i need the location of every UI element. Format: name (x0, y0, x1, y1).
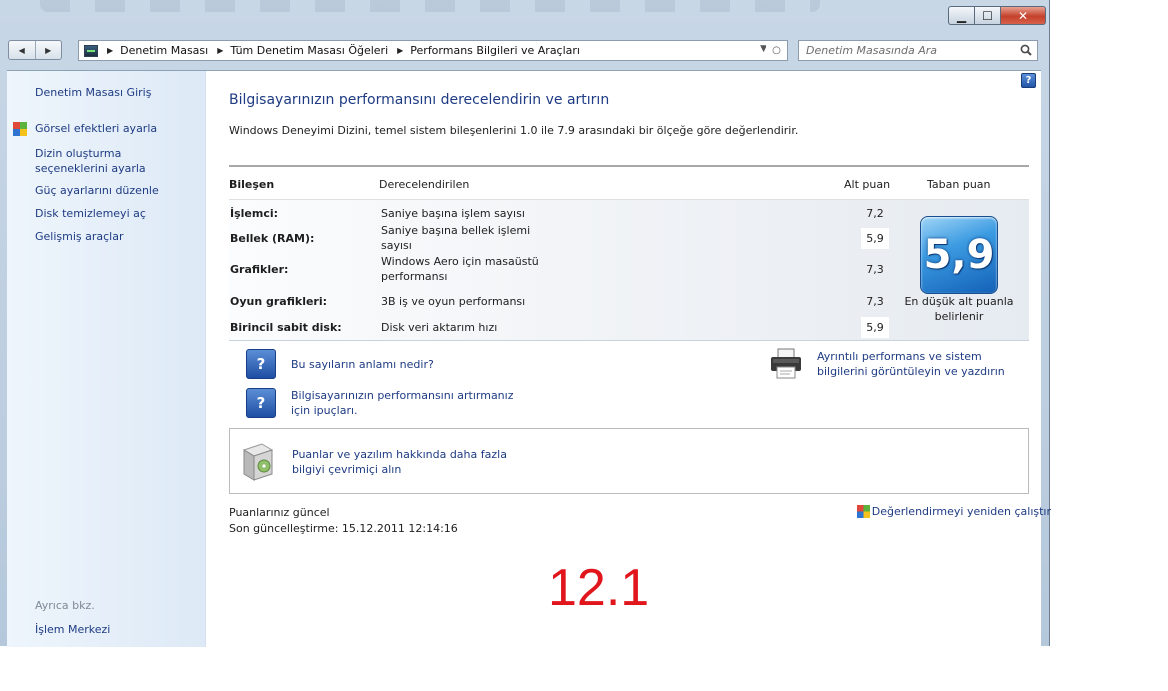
details-print-link[interactable]: Ayrıntılı performans ve sistem bilgileri… (817, 349, 1032, 379)
sidebar-item-indexing-options[interactable]: Dizin oluşturma seçeneklerini ayarla (35, 146, 195, 176)
table-body: İşlemci: Saniye başına işlem sayısı 7,2 … (229, 199, 1029, 341)
back-arrow-icon[interactable]: ◀ (9, 41, 36, 59)
row-rated: 3B iş ve oyun performansı (381, 294, 526, 308)
meaning-link[interactable]: Bu sayıların anlamı nedir? (291, 357, 434, 372)
status-block: Puanlarınız güncel Son güncelleştirme: 1… (229, 505, 458, 537)
row-component: İşlemci: (230, 206, 279, 220)
breadcrumb-separator[interactable]: ▶ (104, 46, 120, 55)
table-row: Birincil sabit disk: Disk veri aktarım h… (229, 314, 889, 340)
chevron-right-icon: ▶ (107, 46, 114, 55)
header-subscore: Alt puan (844, 178, 891, 191)
caption-buttons: ▁ ☐ ✕ (948, 6, 1046, 25)
row-score: 7,3 (866, 262, 884, 276)
row-rated: Disk veri aktarım hızı (381, 320, 498, 334)
row-score: 7,2 (866, 206, 884, 220)
performance-table: Bileşen Derecelendirilen Alt puan Taban … (229, 165, 1029, 341)
close-button[interactable]: ✕ (1000, 6, 1046, 25)
help-question-icon: ? (246, 388, 276, 418)
overlay-annotation: 12.1 (548, 559, 650, 617)
table-row: Grafikler: Windows Aero için masaüstü pe… (229, 250, 889, 288)
minimize-button[interactable]: ▁ (948, 6, 974, 25)
admin-shield-icon (13, 122, 27, 136)
row-score: 5,9 (861, 316, 889, 338)
online-info-box: Puanlar ve yazılım hakkında daha fazla b… (229, 428, 1029, 494)
row-rated: Saniye başına bellek işlemi sayısı (381, 224, 531, 252)
table-row: Oyun grafikleri: 3B iş ve oyun performan… (229, 288, 889, 314)
search-input[interactable] (806, 44, 1006, 57)
table-row: İşlemci: Saniye başına işlem sayısı 7,2 (229, 200, 889, 226)
back-forward-buttons: ◀ ▶ (8, 40, 62, 60)
sidebar-item-disk-cleanup[interactable]: Disk temizlemeyi aç (35, 206, 200, 221)
row-score: 7,3 (866, 294, 884, 308)
help-icon[interactable]: ? (1021, 73, 1036, 88)
header-base-score: Taban puan (927, 178, 991, 191)
see-also-heading: Ayrıca bkz. (35, 599, 95, 612)
header-rated: Derecelendirilen (379, 178, 470, 191)
sidebar-item-power-settings[interactable]: Güç ayarlarını düzenle (35, 183, 200, 198)
breadcrumb-label: Denetim Masası (120, 44, 209, 57)
title-bar[interactable]: ▁ ☐ ✕ (0, 0, 1050, 34)
title-bar-glass (40, 0, 820, 12)
forward-arrow-icon[interactable]: ▶ (36, 41, 62, 59)
rerun-label: Değerlendirmeyi yeniden çalıştır (871, 505, 1051, 518)
explorer-window: ▁ ☐ ✕ ◀ ▶ ▶ Denetim Masası ▶ Tüm Denetim … (0, 0, 1051, 647)
breadcrumb-item[interactable]: Performans Bilgileri ve Araçları (410, 44, 580, 57)
breadcrumb-label: Performans Bilgileri ve Araçları (410, 44, 580, 57)
sidebar-item-action-center[interactable]: İşlem Merkezi (35, 622, 200, 637)
content-area: Denetim Masası Giriş Görsel efektleri ay… (7, 70, 1051, 647)
sidebar-item-visual-effects[interactable]: Görsel efektleri ayarla (35, 121, 200, 136)
row-rated: Saniye başına işlem sayısı (381, 206, 525, 220)
admin-shield-icon (856, 505, 870, 518)
printer-icon (771, 348, 801, 379)
breadcrumb-item[interactable]: Tüm Denetim Masası Öğeleri ▶ (230, 44, 410, 57)
sidebar-home-link[interactable]: Denetim Masası Giriş (35, 85, 200, 100)
row-component: Oyun grafikleri: (230, 294, 328, 308)
status-last-update: Son güncelleştirme: 15.12.2011 12:14:16 (229, 522, 458, 535)
search-box (798, 40, 1038, 61)
row-score: 5,9 (861, 227, 889, 249)
row-component: Birincil sabit disk: (230, 320, 342, 334)
control-panel-icon (84, 44, 98, 57)
page-description: Windows Deneyimi Dizini, temel sistem bi… (229, 124, 799, 137)
breadcrumb-label: Tüm Denetim Masası Öğeleri (230, 44, 389, 57)
address-bar[interactable]: ▶ Denetim Masası ▶ Tüm Denetim Masası Öğe… (78, 40, 774, 61)
table-row: Bellek (RAM): Saniye başına bellek işlem… (229, 224, 889, 252)
header-component: Bileşen (229, 178, 275, 191)
task-pane: Denetim Masası Giriş Görsel efektleri ay… (7, 71, 206, 647)
tips-link[interactable]: Bilgisayarınızın performansını artırmanı… (291, 388, 521, 418)
sidebar-item-advanced-tools[interactable]: Gelişmiş araçlar (35, 229, 200, 244)
help-question-icon: ? (246, 349, 276, 379)
page-title: Bilgisayarınızın performansını derecelen… (229, 92, 610, 108)
base-score-caption: En düşük alt puanla belirlenir (904, 295, 1014, 323)
online-info-link[interactable]: Puanlar ve yazılım hakkında daha fazla b… (292, 447, 512, 477)
breadcrumb-item[interactable]: Denetim Masası ▶ (120, 44, 230, 57)
base-score-badge: 5,9 (920, 216, 998, 294)
software-box-icon (242, 443, 274, 481)
maximize-button[interactable]: ☐ (974, 6, 1000, 25)
status-current: Puanlarınız güncel (229, 506, 330, 519)
search-icon[interactable] (1020, 44, 1032, 56)
row-rated: Windows Aero için masaüstü performansı (381, 255, 539, 283)
navigation-bar: ◀ ▶ ▶ Denetim Masası ▶ Tüm Denetim Masası… (8, 39, 1040, 63)
row-component: Grafikler: (230, 262, 289, 276)
chevron-right-icon[interactable]: ▶ (217, 46, 223, 55)
refresh-button[interactable]: ○ (766, 40, 788, 61)
rerun-assessment-link[interactable]: Değerlendirmeyi yeniden çalıştır (856, 505, 1051, 518)
chevron-right-icon[interactable]: ▶ (397, 46, 403, 55)
row-component: Bellek (RAM): (230, 231, 315, 245)
